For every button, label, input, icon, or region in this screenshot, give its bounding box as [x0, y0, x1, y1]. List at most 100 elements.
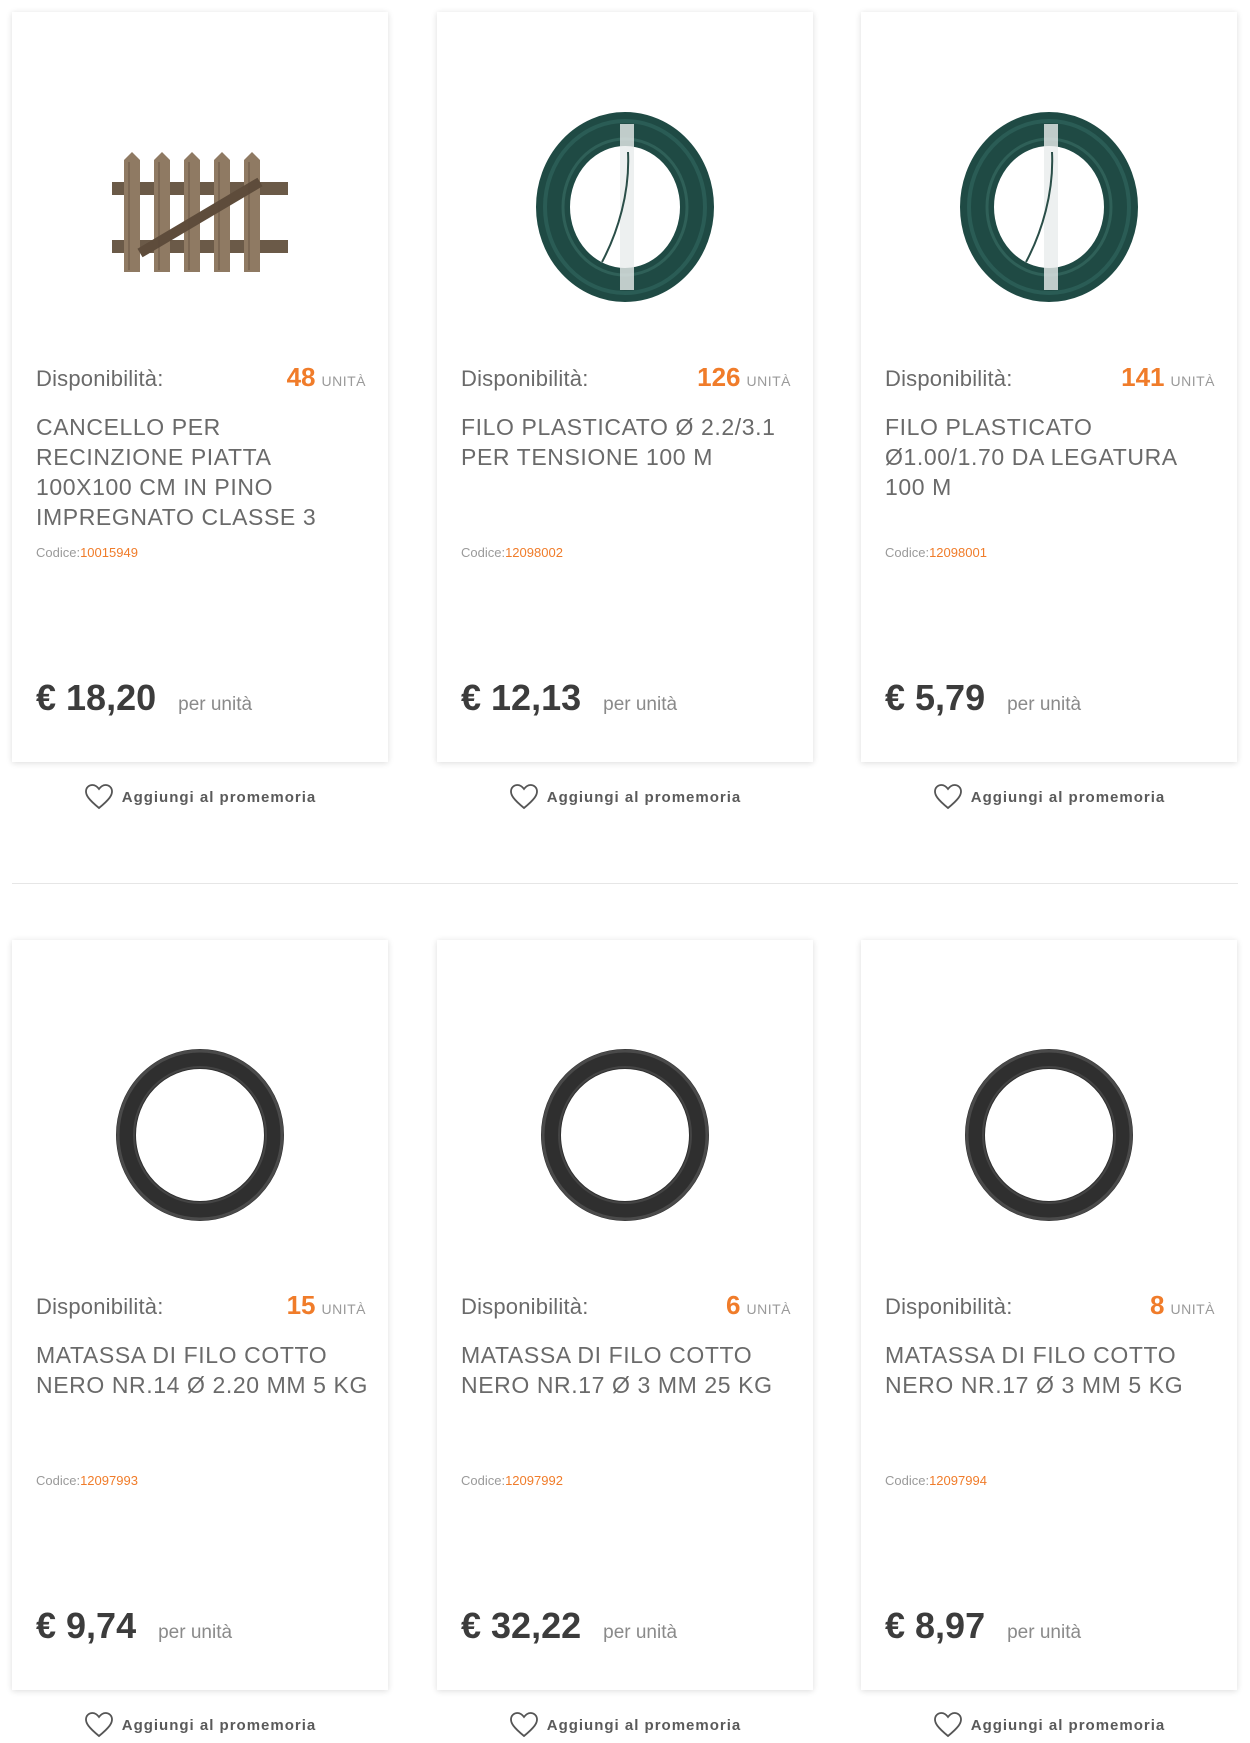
add-to-wishlist-button[interactable]: Aggiungi al promemoria	[861, 783, 1237, 811]
product-price: € 5,79	[885, 677, 986, 718]
code-value: 10015949	[80, 545, 138, 560]
availability-count: 141 UNITÀ	[1121, 362, 1215, 393]
availability-count: 15 UNITÀ	[287, 1290, 366, 1321]
code-label: Codice:	[885, 1473, 930, 1488]
add-to-wishlist-button[interactable]: Aggiungi al promemoria	[437, 783, 813, 811]
price-row: € 8,97 per unità	[885, 1605, 1081, 1647]
product-code: Codice:12097994	[885, 1473, 987, 1488]
code-label: Codice:	[461, 1473, 506, 1488]
availability: Disponibilità: 48 UNITÀ	[36, 362, 366, 393]
add-to-wishlist-button[interactable]: Aggiungi al promemoria	[12, 783, 388, 811]
code-value: 12097994	[929, 1473, 987, 1488]
product-code: Codice:12097992	[461, 1473, 563, 1488]
heart-icon	[84, 784, 113, 810]
product-image[interactable]	[437, 1035, 813, 1235]
product-price: € 12,13	[461, 677, 582, 718]
stock-quantity: 6	[726, 1290, 741, 1320]
heart-icon	[509, 784, 538, 810]
product-card[interactable]: Disponibilità: 126 UNITÀ FILO PLASTICATO …	[437, 12, 813, 762]
wishlist-label: Aggiungi al promemoria	[546, 1716, 742, 1734]
code-value: 12098001	[929, 545, 987, 560]
price-row: € 32,22 per unità	[461, 1605, 677, 1647]
wishlist-label: Aggiungi al promemoria	[970, 788, 1166, 806]
product-title[interactable]: MATASSA DI FILO COTTO NERO NR.14 Ø 2.20 …	[36, 1340, 368, 1400]
code-label: Codice:	[36, 545, 81, 560]
product-cell: Disponibilità: 126 UNITÀ FILO PLASTICATO …	[437, 0, 813, 810]
code-label: Codice:	[461, 545, 506, 560]
availability: Disponibilità: 141 UNITÀ	[885, 362, 1215, 393]
product-card[interactable]: Disponibilità: 15 UNITÀ MATASSA DI FILO C…	[12, 940, 388, 1690]
availability-count: 48 UNITÀ	[287, 362, 366, 393]
stock-quantity: 15	[286, 1290, 316, 1320]
availability: Disponibilità: 126 UNITÀ	[461, 362, 791, 393]
availability-count: 126 UNITÀ	[697, 362, 791, 393]
product-image[interactable]	[12, 1035, 388, 1235]
stock-unit: UNITÀ	[321, 373, 366, 389]
product-price: € 18,20	[36, 677, 157, 718]
black-wire-coil-image	[541, 1049, 709, 1221]
product-cell: Disponibilità: 48 UNITÀ CANCELLO PER RECI…	[12, 0, 388, 810]
price-row: € 12,13 per unità	[461, 677, 677, 719]
stock-unit: UNITÀ	[1170, 373, 1215, 389]
green-wire-coil-image	[536, 112, 714, 302]
product-price: € 9,74	[36, 1605, 137, 1646]
stock-quantity: 48	[286, 362, 316, 392]
wishlist-label: Aggiungi al promemoria	[121, 788, 317, 806]
add-to-wishlist-button[interactable]: Aggiungi al promemoria	[437, 1711, 813, 1739]
product-card[interactable]: Disponibilità: 141 UNITÀ FILO PLASTICATO …	[861, 12, 1237, 762]
wishlist-label: Aggiungi al promemoria	[546, 788, 742, 806]
code-label: Codice:	[885, 545, 930, 560]
availability: Disponibilità: 8 UNITÀ	[885, 1290, 1215, 1321]
availability-label: Disponibilità:	[885, 366, 1013, 391]
wishlist-label: Aggiungi al promemoria	[970, 1716, 1166, 1734]
heart-icon	[509, 1712, 538, 1738]
availability-label: Disponibilità:	[461, 1294, 589, 1319]
add-to-wishlist-button[interactable]: Aggiungi al promemoria	[12, 1711, 388, 1739]
product-cell: Disponibilità: 141 UNITÀ FILO PLASTICATO …	[861, 0, 1237, 810]
heart-icon	[933, 1712, 962, 1738]
wooden-gate-image	[112, 152, 288, 272]
price-per-unit: per unità	[1007, 694, 1082, 715]
product-cell: Disponibilità: 6 UNITÀ MATASSA DI FILO CO…	[437, 928, 813, 1738]
product-title[interactable]: MATASSA DI FILO COTTO NERO NR.17 Ø 3 MM …	[461, 1340, 793, 1400]
product-image[interactable]	[861, 1035, 1237, 1235]
product-image[interactable]	[437, 107, 813, 307]
product-title[interactable]: FILO PLASTICATO Ø1.00/1.70 DA LEGATURA 1…	[885, 412, 1217, 502]
product-title[interactable]: CANCELLO PER RECINZIONE PIATTA 100X100 C…	[36, 412, 368, 532]
code-value: 12097992	[505, 1473, 563, 1488]
stock-unit: UNITÀ	[746, 1301, 791, 1317]
heart-icon	[933, 784, 962, 810]
code-label: Codice:	[36, 1473, 81, 1488]
add-to-wishlist-button[interactable]: Aggiungi al promemoria	[861, 1711, 1237, 1739]
stock-unit: UNITÀ	[321, 1301, 366, 1317]
black-wire-coil-image	[965, 1049, 1133, 1221]
stock-quantity: 8	[1150, 1290, 1165, 1320]
price-per-unit: per unità	[603, 1622, 678, 1643]
product-price: € 8,97	[885, 1605, 986, 1646]
stock-quantity: 141	[1121, 362, 1165, 392]
wishlist-label: Aggiungi al promemoria	[121, 1716, 317, 1734]
product-code: Codice:12098001	[885, 545, 987, 560]
code-value: 12098002	[505, 545, 563, 560]
availability-label: Disponibilità:	[36, 366, 164, 391]
product-image[interactable]	[12, 107, 388, 307]
product-title[interactable]: FILO PLASTICATO Ø 2.2/3.1 PER TENSIONE 1…	[461, 412, 793, 472]
product-card[interactable]: Disponibilità: 48 UNITÀ CANCELLO PER RECI…	[12, 12, 388, 762]
product-image[interactable]	[861, 107, 1237, 307]
price-per-unit: per unità	[1007, 1622, 1082, 1643]
product-card[interactable]: Disponibilità: 8 UNITÀ MATASSA DI FILO CO…	[861, 940, 1237, 1690]
product-cell: Disponibilità: 8 UNITÀ MATASSA DI FILO CO…	[861, 928, 1237, 1738]
price-row: € 5,79 per unità	[885, 677, 1081, 719]
availability-count: 6 UNITÀ	[726, 1290, 791, 1321]
price-per-unit: per unità	[178, 694, 253, 715]
heart-icon	[84, 1712, 113, 1738]
stock-unit: UNITÀ	[746, 373, 791, 389]
product-code: Codice:12098002	[461, 545, 563, 560]
product-title[interactable]: MATASSA DI FILO COTTO NERO NR.17 Ø 3 MM …	[885, 1340, 1217, 1400]
stock-unit: UNITÀ	[1170, 1301, 1215, 1317]
green-wire-coil-image	[960, 112, 1138, 302]
price-row: € 18,20 per unità	[36, 677, 252, 719]
product-card[interactable]: Disponibilità: 6 UNITÀ MATASSA DI FILO CO…	[437, 940, 813, 1690]
availability: Disponibilità: 6 UNITÀ	[461, 1290, 791, 1321]
product-code: Codice:12097993	[36, 1473, 138, 1488]
